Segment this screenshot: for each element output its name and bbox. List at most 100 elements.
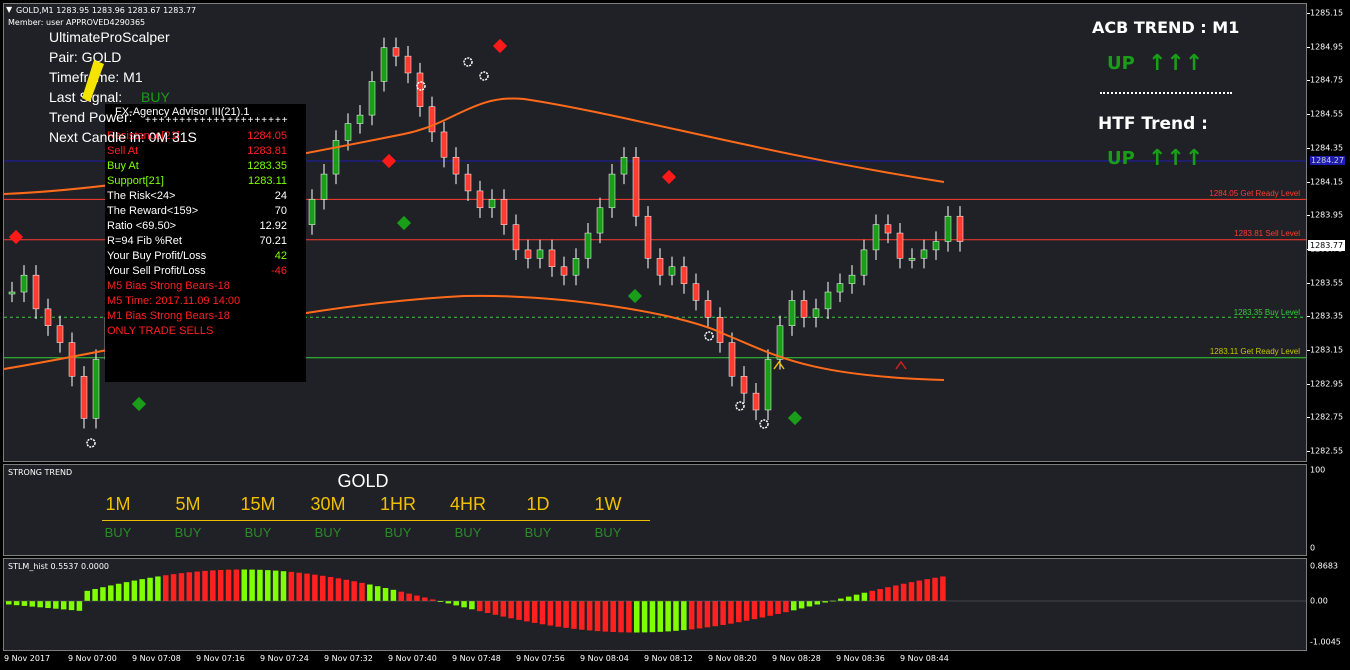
- acb-divider: [1100, 92, 1232, 94]
- histogram-bar: [84, 590, 90, 601]
- timeframe-label: 5M: [175, 494, 201, 514]
- histogram-bar: [29, 601, 36, 607]
- histogram-bar: [217, 569, 224, 601]
- timeframe-signal: BUY: [174, 525, 202, 540]
- histogram-bar: [861, 592, 868, 601]
- price-tick-label: 1283.55: [1310, 278, 1344, 288]
- histogram-bar: [139, 579, 145, 601]
- candle-body: [572, 258, 580, 276]
- histogram-bar: [304, 573, 310, 601]
- candle-body: [476, 190, 484, 209]
- price-tick-mark: [1307, 316, 1310, 318]
- histogram-bar: [696, 601, 703, 629]
- histogram-bar: [484, 601, 491, 614]
- fractal-marker-icon: [479, 71, 489, 81]
- main-chart-pane[interactable]: ▼ GOLD,M1 1283.95 1283.96 1283.67 1283.7…: [3, 3, 1307, 462]
- histogram-bar: [312, 574, 318, 601]
- candle-body: [800, 300, 808, 318]
- candle-body: [548, 249, 556, 267]
- advisor-row-value: 12.92: [259, 220, 287, 232]
- histogram-bar: [327, 577, 334, 601]
- timeframe-signal: BUY: [104, 525, 132, 540]
- candle-body: [68, 342, 76, 377]
- histogram-bar: [555, 601, 561, 627]
- candle-body: [884, 224, 892, 234]
- candle-body: [8, 291, 16, 295]
- strong-trend-pane[interactable]: STRONG TREND GOLD 1M BUY 5M BUY 15M BUY 30M BUY…: [3, 464, 1307, 556]
- signal-diamond-icon: [627, 288, 643, 304]
- histogram-bar: [712, 601, 718, 627]
- advisor-row-value: 1283.35: [247, 160, 287, 172]
- scalper-next-candle: Next Candle in: 0M 31S: [49, 129, 197, 145]
- histogram-bar: [108, 585, 114, 601]
- candle-body: [692, 283, 700, 301]
- advisor-separator: +++++++++++++++++++++: [145, 115, 289, 126]
- histogram-bar: [626, 601, 632, 633]
- symbol-info: GOLD,M1 1283.95 1283.96 1283.67 1283.77: [16, 6, 197, 15]
- time-tick-label: 9 Nov 07:08: [132, 654, 181, 663]
- histogram-bar: [422, 597, 428, 601]
- histogram-bar: [877, 588, 883, 601]
- histogram-bar: [940, 576, 946, 601]
- candle-body: [392, 47, 400, 57]
- candle-body: [776, 325, 784, 360]
- candle-body: [620, 156, 628, 175]
- candle-body: [44, 308, 52, 326]
- histogram-bar: [775, 601, 781, 615]
- stlm-axis-zero: 0.00: [1310, 596, 1328, 606]
- candle-body: [536, 249, 544, 259]
- histogram-bar: [147, 577, 153, 601]
- histogram-bar: [594, 601, 601, 632]
- candle-body: [524, 249, 532, 259]
- candle-body: [368, 81, 376, 116]
- histogram-bar: [885, 587, 891, 601]
- candle-body: [380, 47, 388, 82]
- time-tick-label: 9 Nov 08:12: [644, 654, 693, 663]
- histogram-bar: [814, 601, 821, 605]
- scalper-last-signal-value: BUY: [141, 89, 170, 105]
- chart-menu-arrow-icon[interactable]: ▼: [6, 5, 12, 14]
- price-tick-label: 1284.55: [1310, 109, 1344, 119]
- price-tick-mark: [1307, 46, 1310, 48]
- histogram-bar: [657, 601, 664, 632]
- strong-trend-axis-top: 100: [1310, 465, 1326, 475]
- timeframe-signal: BUY: [524, 525, 552, 540]
- time-tick-label: 9 Nov 2017: [4, 654, 51, 663]
- histogram-bar: [296, 572, 302, 601]
- advisor-row-value: 70.21: [259, 235, 287, 247]
- fractal-marker-icon: [704, 331, 714, 341]
- histogram-bar: [280, 571, 287, 601]
- advisor-row-value: 70: [274, 205, 287, 217]
- histogram-bar: [838, 598, 844, 601]
- histogram-bar: [249, 569, 255, 601]
- signal-diamond-icon: [8, 229, 24, 245]
- level-label-get-ready-low: 1283.11 Get Ready Level: [1209, 347, 1300, 356]
- candle-body: [428, 106, 436, 133]
- advisor-row-label: Support[21]: [107, 175, 164, 187]
- price-tick-mark: [1307, 417, 1310, 419]
- fractal-marker-icon: [463, 57, 473, 67]
- time-tick-label: 9 Nov 07:40: [388, 654, 437, 663]
- histogram-bar: [586, 601, 593, 631]
- histogram-bar: [320, 575, 326, 601]
- scalper-title: UltimateProScalper: [49, 29, 170, 45]
- price-tick-mark: [1307, 383, 1310, 385]
- histogram-bar: [743, 601, 750, 621]
- histogram-bar: [900, 583, 907, 601]
- price-tick-label: 1283.95: [1310, 210, 1344, 220]
- scalper-trend-power: Trend Power:: [49, 109, 133, 125]
- histogram-bar: [390, 589, 397, 601]
- advisor-row-value: 42: [274, 250, 287, 262]
- histogram-bar: [869, 590, 875, 601]
- timeframe-label: 1W: [594, 494, 622, 514]
- timeframe-signal: BUY: [594, 525, 622, 540]
- signal-diamond-icon: [492, 38, 508, 54]
- signal-diamond-icon: [787, 410, 803, 426]
- price-tick-label: 1284.35: [1310, 143, 1344, 153]
- candle-body: [596, 207, 604, 234]
- time-tick-label: 9 Nov 07:00: [68, 654, 117, 663]
- candle-body: [452, 156, 460, 175]
- histogram-bar: [602, 601, 609, 632]
- stlm-histogram-pane[interactable]: STLM_hist 0.5537 0.0000: [3, 558, 1307, 651]
- time-tick-label: 9 Nov 08:20: [708, 654, 757, 663]
